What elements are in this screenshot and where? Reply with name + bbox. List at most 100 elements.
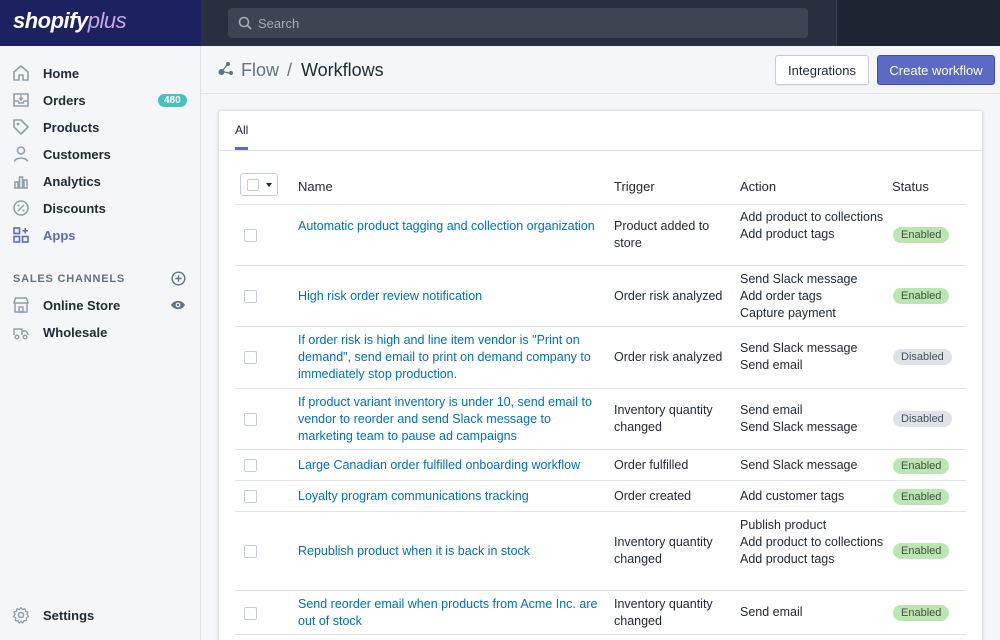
table-row[interactable]: If product variant inventory is under 10… [235, 388, 966, 449]
trigger-cell: Inventory quantity changed [614, 597, 713, 628]
gear-icon [12, 606, 30, 624]
row-checkbox[interactable] [244, 229, 257, 242]
sidebar-item-label: Orders [43, 92, 86, 108]
sidebar-item-apps[interactable]: Apps [0, 222, 200, 248]
search-input[interactable] [258, 8, 798, 38]
action-cell: Send Slack message [740, 457, 885, 474]
column-header-trigger: Trigger [614, 179, 655, 194]
action-item: Add customer tags [740, 489, 845, 503]
integrations-button[interactable]: Integrations [775, 55, 869, 85]
search-bar[interactable] [228, 8, 808, 38]
person-icon [13, 146, 29, 162]
action-item: Add order tags [740, 289, 822, 303]
table-row[interactable]: High risk order review notification Orde… [235, 265, 966, 326]
orders-count-badge: 480 [158, 94, 187, 107]
select-all-checkbox[interactable] [247, 179, 259, 191]
add-circle-icon[interactable] [171, 271, 186, 286]
sidebar-item-analytics[interactable]: Analytics [0, 168, 200, 194]
top-bar: shopifyplus [0, 0, 1000, 46]
action-item: Add product to collections [740, 535, 884, 549]
action-cell: Add customer tags [740, 488, 885, 505]
status-badge: Enabled [893, 489, 950, 505]
top-bar-account[interactable] [836, 0, 1000, 46]
row-checkbox[interactable] [244, 545, 257, 558]
wholesale-icon [13, 328, 29, 340]
workflow-name-link[interactable]: If order risk is high and line item vend… [298, 332, 603, 383]
status-badge: Enabled [893, 605, 950, 621]
row-checkbox[interactable] [244, 351, 257, 364]
flow-icon [218, 62, 233, 75]
sidebar-item-label: Customers [43, 146, 111, 162]
sidebar-item-wholesale[interactable]: Wholesale [0, 319, 200, 345]
trigger-cell: Product added to store [614, 219, 710, 250]
workflow-name-link[interactable]: Republish product when it is back in sto… [298, 543, 603, 560]
action-cell: Send Slack message Add order tags Captur… [740, 271, 885, 322]
sidebar-item-settings[interactable]: Settings [0, 602, 200, 628]
sidebar-item-orders[interactable]: Orders 480 [0, 87, 200, 113]
status-badge: Enabled [893, 288, 950, 304]
logo-suffix: plus [87, 8, 127, 33]
sidebar-item-label: Online Store [43, 297, 121, 313]
sidebar-item-discounts[interactable]: Discounts [0, 195, 200, 221]
row-checkbox[interactable] [244, 413, 257, 426]
status-badge: Disabled [893, 349, 952, 365]
bulk-select-checkbox[interactable] [240, 173, 278, 196]
workflow-name-link[interactable]: Large Canadian order fulfilled onboardin… [298, 457, 603, 474]
bar-chart-icon [14, 176, 28, 189]
breadcrumb-flow[interactable]: Flow [241, 60, 279, 81]
action-cell: Send Slack message Send email [740, 340, 885, 374]
action-item: Add product tags [740, 552, 835, 566]
trigger-cell: Inventory quantity changed [614, 403, 713, 434]
logo-text: shopify [13, 8, 88, 33]
eye-icon[interactable] [170, 299, 186, 311]
workflow-name-link[interactable]: If product variant inventory is under 10… [298, 394, 603, 445]
column-header-action: Action [740, 179, 777, 194]
breadcrumb-separator: / [287, 60, 293, 80]
workflow-name-link[interactable]: Automatic product tagging and collection… [298, 218, 603, 235]
action-item: Capture payment [740, 306, 836, 320]
create-workflow-button[interactable]: Create workflow [877, 55, 995, 85]
workflows-card: All Name Trigger Action Status Automatic… [218, 110, 984, 640]
table-row[interactable]: Automatic product tagging and collection… [235, 204, 966, 265]
workflow-name-link[interactable]: Send reorder email when products from Ac… [298, 596, 603, 630]
sidebar-item-label: Discounts [43, 200, 106, 216]
action-cell: Publish product Add product to collectio… [740, 517, 885, 568]
table-row[interactable]: If order risk is high and line item vend… [235, 326, 966, 388]
sidebar-item-home[interactable]: Home [0, 60, 200, 86]
action-cell: Add product to collections Add product t… [740, 209, 885, 243]
sidebar-item-label: Settings [43, 607, 95, 623]
tab-all[interactable]: All [235, 123, 249, 150]
sales-channels-header: SALES CHANNELS [13, 273, 126, 285]
tag-icon [13, 119, 29, 135]
table-row[interactable]: Republish product when it is back in sto… [235, 511, 966, 590]
row-checkbox[interactable] [244, 490, 257, 503]
trigger-cell: Inventory quantity changed [614, 535, 713, 566]
action-item: Add product tags [740, 227, 835, 241]
shopify-plus-logo[interactable]: shopifyplus [13, 8, 127, 34]
row-checkbox[interactable] [244, 459, 257, 472]
status-badge: Enabled [893, 227, 950, 243]
action-item: Send Slack message [740, 341, 858, 355]
discount-icon [13, 200, 29, 216]
table-row[interactable]: Loyalty program communications tracking … [235, 480, 966, 511]
sidebar-item-products[interactable]: Products [0, 114, 200, 140]
action-item: Send Slack message [740, 272, 858, 286]
row-checkbox[interactable] [244, 607, 257, 620]
column-header-status: Status [892, 179, 929, 194]
action-item: Publish product [740, 518, 827, 532]
sidebar-item-label: Wholesale [43, 324, 108, 340]
table-row[interactable]: Send reorder email when products from Ac… [235, 590, 966, 635]
workflow-name-link[interactable]: Loyalty program communications tracking [298, 488, 603, 505]
sidebar-item-online-store[interactable]: Online Store [0, 292, 200, 318]
table-row[interactable]: Large Canadian order fulfilled onboardin… [235, 449, 966, 480]
row-checkbox[interactable] [244, 290, 257, 303]
tab-bar: All [219, 111, 984, 151]
action-item: Add product to collections [740, 210, 884, 224]
column-header-name: Name [298, 179, 333, 194]
sidebar-item-label: Apps [43, 227, 76, 243]
sidebar-item-customers[interactable]: Customers [0, 141, 200, 167]
orders-icon [13, 93, 29, 107]
sidebar-item-label: Products [43, 119, 100, 135]
workflow-name-link[interactable]: High risk order review notification [298, 288, 603, 305]
trigger-cell: Order created [614, 489, 692, 503]
